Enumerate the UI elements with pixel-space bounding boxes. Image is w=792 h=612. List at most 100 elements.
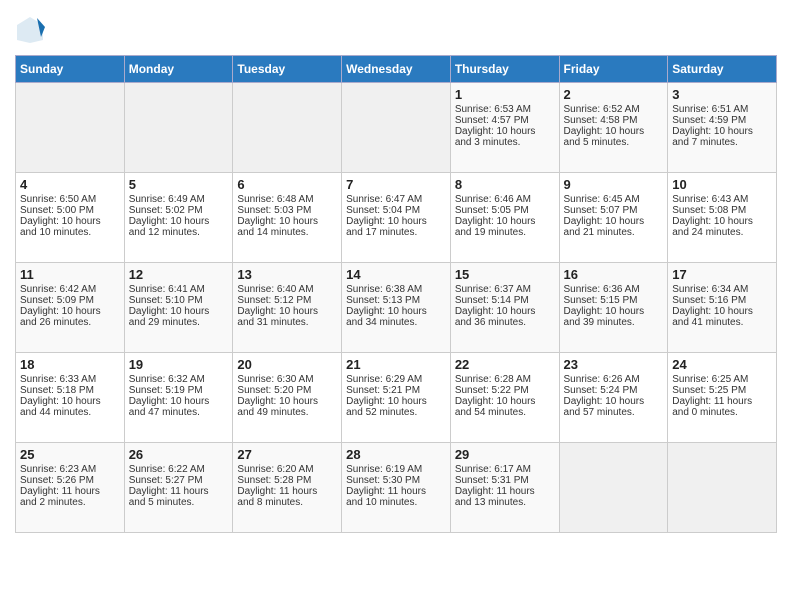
day-info: Daylight: 10 hours: [564, 306, 664, 317]
calendar-cell: 5Sunrise: 6:49 AMSunset: 5:02 PMDaylight…: [124, 173, 233, 263]
day-info: and 8 minutes.: [237, 497, 337, 508]
day-info: Sunrise: 6:49 AM: [129, 194, 229, 205]
day-info: and 5 minutes.: [564, 137, 664, 148]
day-number: 23: [564, 357, 664, 372]
day-info: Daylight: 10 hours: [237, 216, 337, 227]
calendar-cell: 21Sunrise: 6:29 AMSunset: 5:21 PMDayligh…: [342, 353, 451, 443]
day-info: Daylight: 10 hours: [455, 126, 555, 137]
day-info: Daylight: 10 hours: [672, 126, 772, 137]
day-number: 28: [346, 447, 446, 462]
weekday-header: Monday: [124, 56, 233, 83]
day-info: Sunrise: 6:41 AM: [129, 284, 229, 295]
day-info: Daylight: 10 hours: [129, 306, 229, 317]
calendar-cell: 11Sunrise: 6:42 AMSunset: 5:09 PMDayligh…: [16, 263, 125, 353]
calendar-cell: 26Sunrise: 6:22 AMSunset: 5:27 PMDayligh…: [124, 443, 233, 533]
day-info: Sunset: 5:16 PM: [672, 295, 772, 306]
day-info: Sunrise: 6:40 AM: [237, 284, 337, 295]
day-info: Daylight: 10 hours: [129, 216, 229, 227]
day-info: Daylight: 10 hours: [20, 216, 120, 227]
day-number: 12: [129, 267, 229, 282]
day-info: Sunrise: 6:48 AM: [237, 194, 337, 205]
day-number: 15: [455, 267, 555, 282]
calendar-week-row: 1Sunrise: 6:53 AMSunset: 4:57 PMDaylight…: [16, 83, 777, 173]
day-info: and 19 minutes.: [455, 227, 555, 238]
day-info: Sunset: 5:04 PM: [346, 205, 446, 216]
calendar-cell: 19Sunrise: 6:32 AMSunset: 5:19 PMDayligh…: [124, 353, 233, 443]
day-info: Sunset: 5:24 PM: [564, 385, 664, 396]
calendar-cell: [233, 83, 342, 173]
day-info: Daylight: 11 hours: [672, 396, 772, 407]
day-info: Daylight: 10 hours: [672, 216, 772, 227]
calendar-week-row: 11Sunrise: 6:42 AMSunset: 5:09 PMDayligh…: [16, 263, 777, 353]
day-info: and 13 minutes.: [455, 497, 555, 508]
day-info: and 24 minutes.: [672, 227, 772, 238]
day-info: and 10 minutes.: [20, 227, 120, 238]
calendar-cell: 27Sunrise: 6:20 AMSunset: 5:28 PMDayligh…: [233, 443, 342, 533]
day-info: Daylight: 10 hours: [20, 306, 120, 317]
calendar-cell: 16Sunrise: 6:36 AMSunset: 5:15 PMDayligh…: [559, 263, 668, 353]
day-info: Daylight: 10 hours: [20, 396, 120, 407]
weekday-header: Sunday: [16, 56, 125, 83]
day-info: Daylight: 11 hours: [20, 486, 120, 497]
day-info: and 3 minutes.: [455, 137, 555, 148]
day-info: Daylight: 10 hours: [346, 306, 446, 317]
day-info: Sunset: 5:25 PM: [672, 385, 772, 396]
day-info: Sunset: 5:19 PM: [129, 385, 229, 396]
calendar-cell: 25Sunrise: 6:23 AMSunset: 5:26 PMDayligh…: [16, 443, 125, 533]
day-info: Daylight: 10 hours: [455, 396, 555, 407]
day-info: and 21 minutes.: [564, 227, 664, 238]
weekday-header: Thursday: [450, 56, 559, 83]
calendar-cell: 20Sunrise: 6:30 AMSunset: 5:20 PMDayligh…: [233, 353, 342, 443]
day-number: 11: [20, 267, 120, 282]
calendar-cell: 18Sunrise: 6:33 AMSunset: 5:18 PMDayligh…: [16, 353, 125, 443]
day-info: Daylight: 10 hours: [346, 396, 446, 407]
day-info: Sunset: 5:02 PM: [129, 205, 229, 216]
weekday-header: Saturday: [668, 56, 777, 83]
day-number: 2: [564, 87, 664, 102]
day-info: and 12 minutes.: [129, 227, 229, 238]
day-info: Daylight: 10 hours: [455, 306, 555, 317]
calendar-cell: 15Sunrise: 6:37 AMSunset: 5:14 PMDayligh…: [450, 263, 559, 353]
day-info: Sunset: 4:58 PM: [564, 115, 664, 126]
calendar-table: SundayMondayTuesdayWednesdayThursdayFrid…: [15, 55, 777, 533]
day-number: 25: [20, 447, 120, 462]
day-info: Sunrise: 6:25 AM: [672, 374, 772, 385]
day-info: Sunrise: 6:33 AM: [20, 374, 120, 385]
day-info: Sunset: 5:12 PM: [237, 295, 337, 306]
logo-icon: [15, 15, 45, 45]
calendar-cell: 29Sunrise: 6:17 AMSunset: 5:31 PMDayligh…: [450, 443, 559, 533]
day-number: 13: [237, 267, 337, 282]
day-info: Sunrise: 6:45 AM: [564, 194, 664, 205]
day-info: and 10 minutes.: [346, 497, 446, 508]
day-info: and 49 minutes.: [237, 407, 337, 418]
day-info: and 34 minutes.: [346, 317, 446, 328]
day-info: and 29 minutes.: [129, 317, 229, 328]
day-info: and 47 minutes.: [129, 407, 229, 418]
day-info: Sunset: 5:03 PM: [237, 205, 337, 216]
day-info: Daylight: 10 hours: [672, 306, 772, 317]
day-info: and 44 minutes.: [20, 407, 120, 418]
day-info: Sunrise: 6:37 AM: [455, 284, 555, 295]
day-number: 18: [20, 357, 120, 372]
day-info: Sunrise: 6:46 AM: [455, 194, 555, 205]
day-info: Sunset: 5:30 PM: [346, 475, 446, 486]
day-number: 7: [346, 177, 446, 192]
day-info: and 14 minutes.: [237, 227, 337, 238]
calendar-cell: 22Sunrise: 6:28 AMSunset: 5:22 PMDayligh…: [450, 353, 559, 443]
day-info: Sunrise: 6:43 AM: [672, 194, 772, 205]
calendar-cell: 28Sunrise: 6:19 AMSunset: 5:30 PMDayligh…: [342, 443, 451, 533]
day-info: and 41 minutes.: [672, 317, 772, 328]
calendar-cell: 12Sunrise: 6:41 AMSunset: 5:10 PMDayligh…: [124, 263, 233, 353]
calendar-cell: 10Sunrise: 6:43 AMSunset: 5:08 PMDayligh…: [668, 173, 777, 263]
weekday-header: Tuesday: [233, 56, 342, 83]
day-info: Daylight: 10 hours: [237, 396, 337, 407]
day-info: Daylight: 11 hours: [129, 486, 229, 497]
day-number: 21: [346, 357, 446, 372]
calendar-cell: 8Sunrise: 6:46 AMSunset: 5:05 PMDaylight…: [450, 173, 559, 263]
day-info: Sunrise: 6:34 AM: [672, 284, 772, 295]
day-info: Daylight: 10 hours: [129, 396, 229, 407]
day-number: 3: [672, 87, 772, 102]
day-info: Sunset: 5:28 PM: [237, 475, 337, 486]
day-info: Sunrise: 6:36 AM: [564, 284, 664, 295]
day-info: and 39 minutes.: [564, 317, 664, 328]
